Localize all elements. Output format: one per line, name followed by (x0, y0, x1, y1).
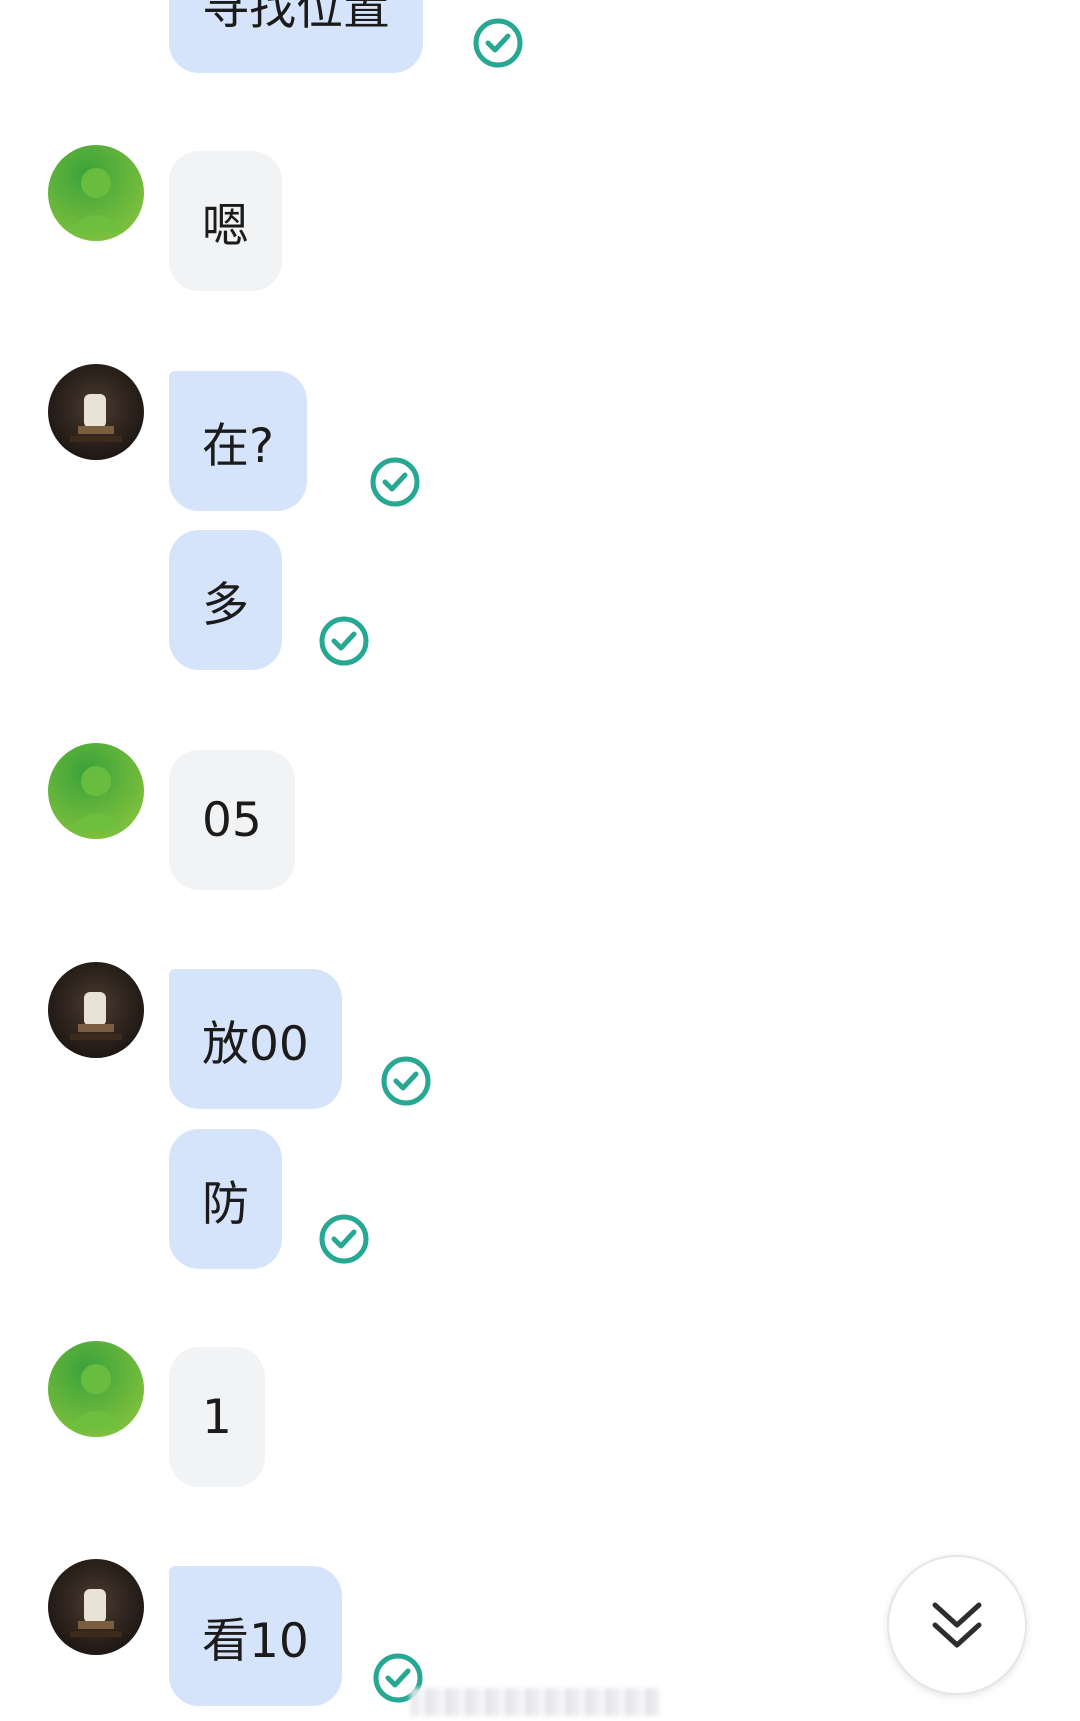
message-text: 嗯 (202, 198, 249, 254)
my-avatar[interactable] (48, 1559, 144, 1655)
scroll-to-bottom-button[interactable] (887, 1555, 1027, 1695)
read-check-icon (319, 616, 369, 666)
message-text: 多 (202, 577, 249, 633)
message-bubble-received[interactable]: 05 (169, 750, 295, 890)
message-text: 看10 (202, 1613, 309, 1669)
my-avatar[interactable] (48, 962, 144, 1058)
message-bubble-sent[interactable]: 看10 (169, 1566, 342, 1706)
message-bubble-sent[interactable]: 寻找位置 (169, 0, 423, 73)
read-check-icon (473, 18, 523, 68)
my-avatar[interactable] (48, 364, 144, 460)
contact-avatar[interactable] (48, 1341, 144, 1437)
message-text: 寻找位置 (202, 0, 390, 36)
chat-message-list[interactable]: 寻找位置 嗯 在? 多 05 放00 防 1 看10 (0, 0, 1080, 1721)
message-bubble-sent[interactable]: 防 (169, 1129, 282, 1269)
read-check-icon (319, 1214, 369, 1264)
message-bubble-received[interactable]: 嗯 (169, 151, 282, 291)
double-chevron-down-icon (932, 1602, 982, 1648)
message-text: 在? (202, 418, 274, 474)
message-bubble-sent[interactable]: 多 (169, 530, 282, 670)
message-bubble-received[interactable]: 1 (169, 1347, 265, 1487)
message-text: 放00 (202, 1016, 309, 1072)
message-text: 1 (202, 1389, 232, 1445)
message-bubble-sent[interactable]: 放00 (169, 969, 342, 1109)
blurred-overlay (410, 1688, 660, 1716)
message-bubble-sent[interactable]: 在? (169, 371, 307, 511)
message-text: 05 (202, 792, 262, 848)
contact-avatar[interactable] (48, 145, 144, 241)
message-text: 防 (202, 1176, 249, 1232)
read-check-icon (381, 1056, 431, 1106)
read-check-icon (370, 457, 420, 507)
contact-avatar[interactable] (48, 743, 144, 839)
